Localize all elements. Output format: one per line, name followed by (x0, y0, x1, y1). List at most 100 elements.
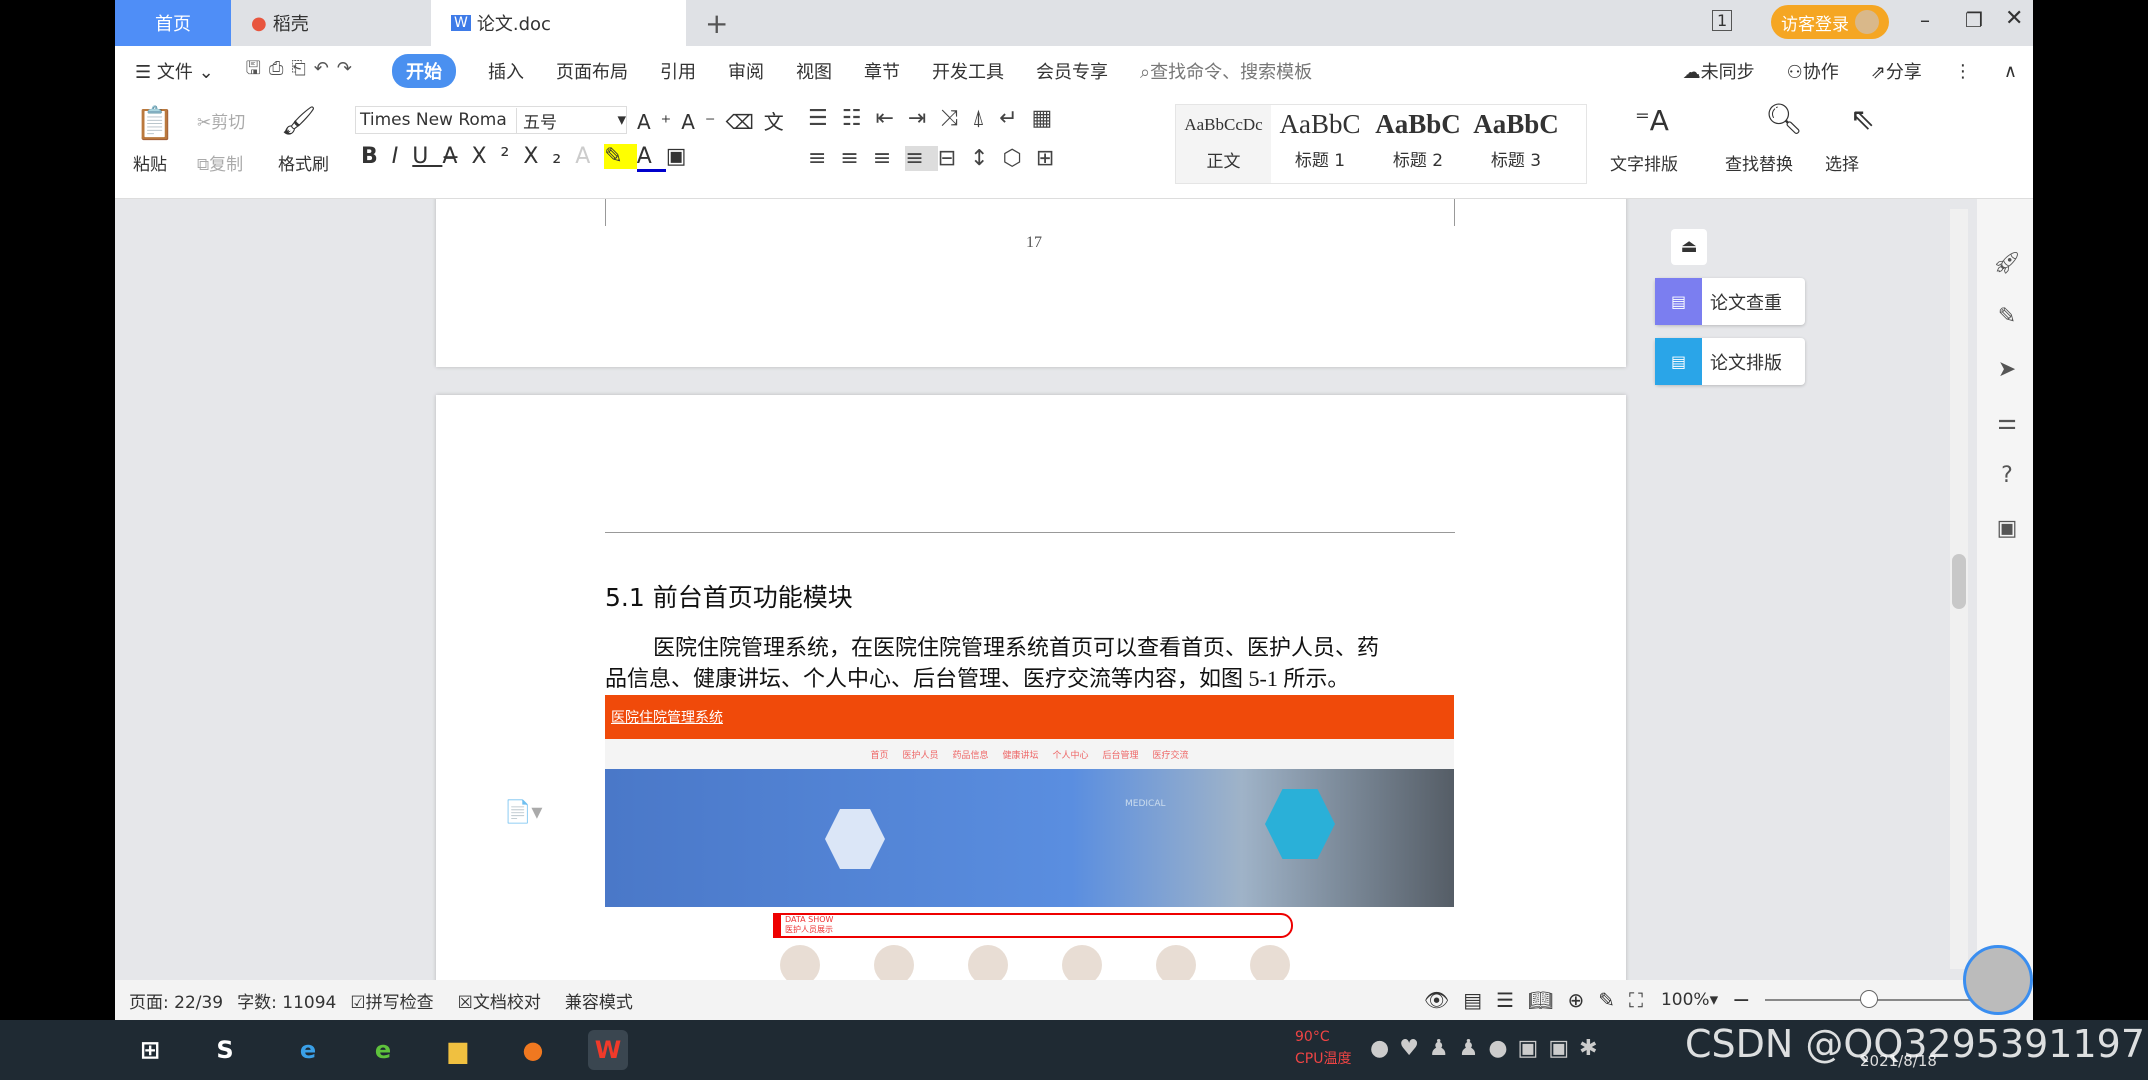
cut-button[interactable]: ✂剪切 (197, 108, 245, 133)
zoom-slider[interactable] (1764, 990, 1995, 1008)
search-icon: ⌕ (1139, 62, 1151, 83)
rocket-icon[interactable]: 🚀︎ (1993, 251, 2021, 279)
text-layout-icon[interactable]: ⁼A (1635, 104, 1669, 137)
data-show-subtitle: 医护人员展示 (785, 925, 833, 934)
vertical-scrollbar[interactable] (1950, 209, 1968, 969)
compat-mode: 兼容模式 (564, 992, 633, 1013)
zoom-slider-handle[interactable] (1859, 990, 1878, 1008)
section-heading[interactable]: 5.1 前台首页功能模块 (605, 578, 853, 614)
quick-access-toolbar[interactable]: 🖫⎙⎗↶↷ (246, 56, 360, 86)
new-tab-button[interactable]: + (685, 0, 728, 46)
scrollbar-thumb[interactable] (1952, 554, 1966, 609)
style-preview: AaBbC (1375, 109, 1461, 139)
format-painter-icon[interactable]: 🖌 (281, 104, 317, 137)
close-button[interactable]: ✕ (2005, 6, 2023, 31)
paper-layout-icon: ▤ (1655, 338, 1702, 385)
select-button[interactable]: 选择 (1825, 150, 1859, 175)
style-heading-1[interactable]: AaBbC 标题 1 (1271, 105, 1369, 183)
proofread-button[interactable]: ☒文档校对 (458, 988, 541, 1013)
menu-tab-review[interactable]: 审阅 (728, 58, 764, 84)
app-icon[interactable]: ● (513, 1030, 553, 1070)
tab-label: 首页 (155, 14, 191, 35)
tab-docer[interactable]: ● 稻壳 (231, 0, 431, 46)
zoom-out-button[interactable]: − (1732, 988, 1750, 1013)
zoom-dropdown[interactable]: 100%▾ (1661, 990, 1718, 1010)
page-indicator[interactable]: 页面: 22/39 (129, 988, 223, 1013)
figure-screenshot[interactable]: 医院住院管理系统 首页 医护人员 药品信息 健康讲坛 个人中心 后台管理 医疗交流 MEDI… (605, 695, 1454, 980)
more-icon[interactable]: ⋮ (1954, 61, 1972, 82)
find-replace-button[interactable]: 查找替换 (1725, 150, 1793, 175)
paste-options-icon[interactable]: 📄▾ (504, 800, 542, 825)
collapse-ribbon-icon[interactable]: ∧ (2004, 61, 2017, 82)
app-icon[interactable]: S (205, 1030, 245, 1070)
paste-icon[interactable]: 📋 (135, 104, 175, 142)
restore-button[interactable]: ❐ (1965, 8, 1983, 32)
format-buttons[interactable]: BIUA̶X²X₂A✎A▣ (361, 144, 701, 172)
paste-button[interactable]: 粘贴 (133, 150, 167, 175)
paper-check-label: 论文查重 (1710, 292, 1782, 314)
file-menu[interactable]: ☰ 文件 ⌄ (135, 58, 214, 84)
style-normal[interactable]: AaBbCcDc 正文 (1176, 105, 1271, 183)
menu-tab-insert[interactable]: 插入 (488, 58, 524, 84)
window-count-icon[interactable]: 1 (1712, 10, 1733, 31)
style-heading-3[interactable]: AaBbC 标题 3 (1467, 105, 1565, 183)
ribbon: 📋 粘贴 ✂剪切 ⧉复制 🖌 格式刷 Times New Roma 五号 ▾ A⁺A… (115, 96, 2033, 199)
pen-icon[interactable]: ✎ (1993, 304, 2021, 332)
windows-start-icon[interactable]: ⊞ (130, 1030, 170, 1070)
style-preview: AaBbC (1473, 109, 1559, 139)
paper-check-button[interactable]: ▤ 论文查重 (1655, 278, 1805, 325)
margin-guide (605, 199, 1455, 226)
figure-nav-item: 首页 (870, 750, 889, 761)
paragraph-tools[interactable]: ☰☷⇤⇥⤨⍋↵▦ (808, 106, 1066, 131)
assistant-avatar[interactable] (1963, 945, 2033, 1015)
body-paragraph[interactable]: 医院住院管理系统，在医院住院管理系统首页可以查看首页、医护人员、药 品信息、健康讲… (605, 632, 1465, 694)
ie-icon[interactable]: e (288, 1030, 328, 1070)
alignment-tools[interactable]: ≡≡≡≡⊟↕⬡⊞ (808, 146, 1068, 171)
image-tool-icon[interactable]: ▣ (1993, 516, 2021, 544)
browser-icon[interactable]: e (363, 1030, 403, 1070)
copy-button[interactable]: ⧉复制 (197, 150, 243, 175)
menu-tab-member[interactable]: 会员专享 (1036, 58, 1108, 84)
text-layout-button[interactable]: 文字排版 (1610, 150, 1678, 175)
collab-button[interactable]: ⚇协作 (1787, 58, 1839, 84)
spell-check-button[interactable]: ☑拼写检查 (350, 988, 433, 1013)
view-mode-buttons[interactable]: 👁︎▤☰📖︎⊕✎⛶ (1424, 988, 1657, 1012)
figure-nav-item: 健康讲坛 (1002, 750, 1039, 761)
file-explorer-icon[interactable]: ▆ (438, 1030, 478, 1070)
pointer-icon[interactable]: ➤ (1993, 357, 2021, 385)
sliders-icon[interactable]: ⚌ (1993, 410, 2021, 438)
font-tools[interactable]: A⁺A⁻⌫文 (637, 106, 794, 135)
font-selector[interactable]: Times New Roma 五号 ▾ (355, 106, 627, 134)
staff-photos (780, 945, 1290, 980)
menu-tab-layout[interactable]: 页面布局 (556, 58, 628, 84)
format-painter-button[interactable]: 格式刷 (278, 150, 329, 175)
collapse-panel-button[interactable]: ⏏ (1671, 229, 1707, 265)
cut-label: 剪切 (211, 113, 246, 133)
font-name-input[interactable]: Times New Roma (356, 110, 516, 130)
page-number: 17 (1026, 234, 1042, 251)
style-heading-2[interactable]: AaBbC 标题 2 (1369, 105, 1467, 183)
tab-document[interactable]: W 论文.doc (431, 0, 686, 46)
wps-icon[interactable]: W (588, 1030, 628, 1070)
menu-tab-chapter[interactable]: 章节 (864, 58, 900, 84)
menu-tab-references[interactable]: 引用 (660, 58, 696, 84)
paper-layout-label: 论文排版 (1710, 352, 1782, 374)
font-size-input[interactable]: 五号 (516, 107, 617, 133)
menu-tab-home[interactable]: 开始 (391, 54, 456, 88)
paper-layout-button[interactable]: ▤ 论文排版 (1655, 338, 1805, 385)
magnifier-icon[interactable]: 🔍︎ (1765, 102, 1803, 137)
sync-status[interactable]: ☁未同步 (1683, 58, 1755, 84)
banner-text: MEDICAL (1125, 799, 1166, 809)
cursor-icon[interactable]: ⇖ (1850, 102, 1875, 137)
menu-tab-developer[interactable]: 开发工具 (932, 58, 1004, 84)
collab-label: 协作 (1802, 62, 1839, 83)
share-button[interactable]: ⇗分享 (1871, 58, 1922, 84)
tab-home[interactable]: 首页 (115, 0, 231, 46)
system-tray[interactable]: ●♥♟♟●▣▣✱ (1370, 1036, 1608, 1061)
command-search[interactable]: ⌕查找命令、搜索模板 (1140, 58, 1312, 84)
menu-tab-view[interactable]: 视图 (796, 58, 832, 84)
help-icon[interactable]: ? (1993, 463, 2021, 491)
word-count[interactable]: 字数: 11094 (237, 988, 336, 1013)
guest-login-button[interactable]: 访客登录 (1771, 5, 1889, 39)
minimize-button[interactable]: – (1920, 8, 1930, 32)
